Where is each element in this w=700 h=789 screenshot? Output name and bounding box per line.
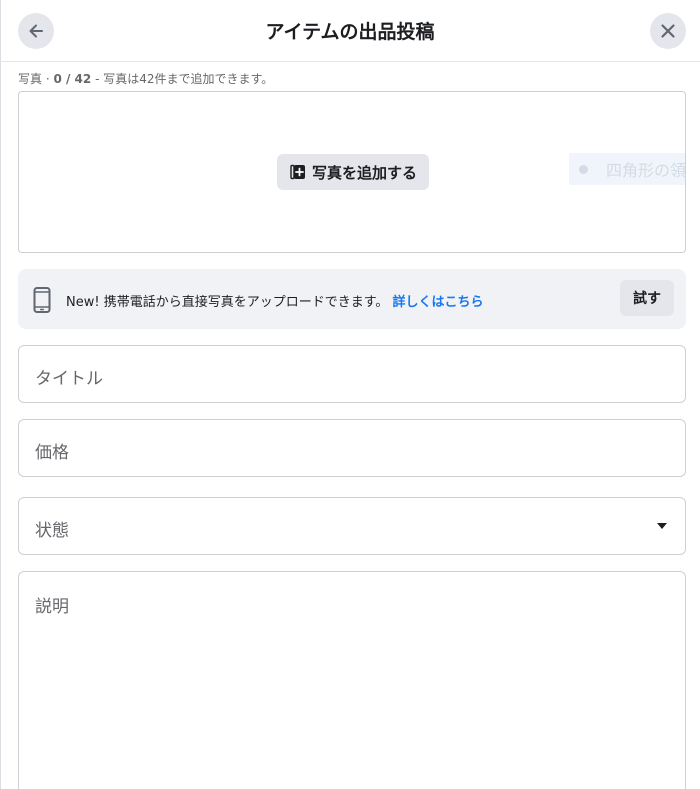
condition-select[interactable]: 状態 — [18, 497, 686, 555]
price-placeholder: 価格 — [35, 443, 69, 463]
ghost-tooltip-label: 四角形の領域 — [606, 161, 686, 180]
close-icon — [661, 24, 675, 38]
photo-upload-area[interactable]: 写真を追加する 四角形の領域 — [18, 91, 686, 253]
add-photo-label: 写真を追加する — [312, 163, 418, 182]
description-placeholder: 説明 — [35, 597, 69, 617]
left-edge-divider — [0, 0, 1, 789]
condition-placeholder: 状態 — [35, 521, 69, 541]
try-button[interactable]: 試す — [620, 280, 674, 316]
photo-label: 写真 — [18, 72, 43, 86]
title-input[interactable]: タイトル — [18, 345, 686, 403]
mobile-upload-banner: New! 携帯電話から直接写真をアップロードできます。 詳しくはこちら 試す — [18, 269, 686, 329]
learn-more-link[interactable]: 詳しくはこちら — [393, 295, 484, 310]
description-textarea[interactable]: 説明 — [18, 571, 686, 789]
photo-count-info: 写真 · 0 / 42 - 写真は42件まで追加できます。 — [18, 72, 274, 86]
add-photo-button[interactable]: 写真を追加する — [277, 154, 430, 190]
banner-message: New! 携帯電話から直接写真をアップロードできます。 — [66, 295, 389, 310]
photo-hint: 写真は42件まで追加できます。 — [103, 72, 274, 86]
ghost-dot-icon — [579, 164, 588, 174]
price-input[interactable]: 価格 — [18, 419, 686, 477]
caret-down-icon — [657, 523, 667, 529]
title-placeholder: タイトル — [35, 369, 103, 389]
photo-count: 0 / 42 — [53, 72, 92, 86]
dialog-header: アイテムの出品投稿 — [0, 0, 700, 62]
close-button[interactable] — [650, 13, 686, 49]
ghost-tooltip: 四角形の領域 — [569, 153, 686, 185]
dialog-title: アイテムの出品投稿 — [265, 21, 435, 43]
mobile-phone-icon — [33, 287, 51, 313]
banner-text: New! 携帯電話から直接写真をアップロードできます。 詳しくはこちら — [66, 291, 484, 310]
add-photo-icon — [290, 164, 305, 180]
